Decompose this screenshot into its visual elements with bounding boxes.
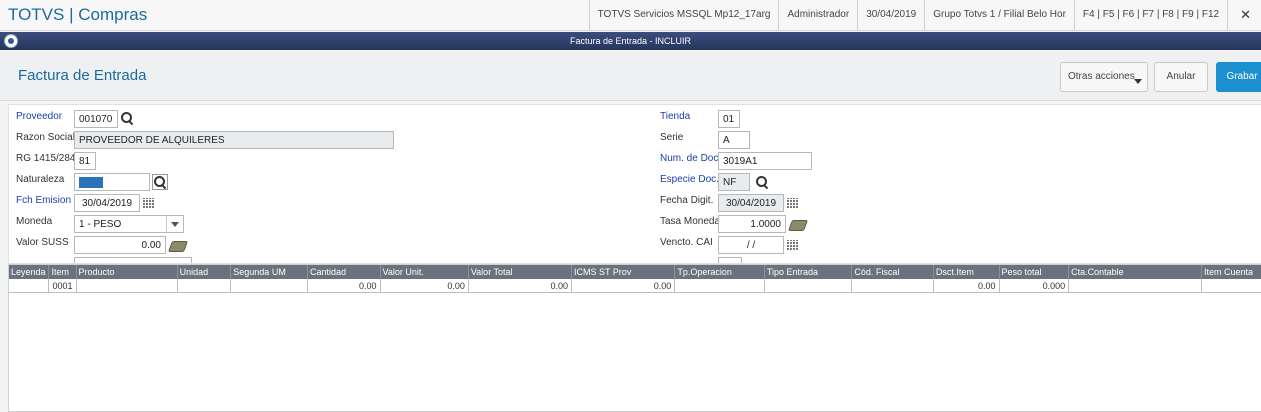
col-unidad[interactable]: Unidad <box>177 265 232 279</box>
tasa-moneda-field[interactable]: 1.0000 <box>718 215 786 233</box>
valor-suss-label: Valor SUSS <box>16 237 69 248</box>
table-row[interactable]: 0001 0.00 0.00 0.00 0.00 0.00 0.000 <box>9 279 1261 293</box>
vencto-cai-field[interactable]: / / <box>718 236 784 254</box>
top-bar: TOTVS | Compras TOTVS Servicios MSSQL Mp… <box>0 0 1261 31</box>
rg-field[interactable]: 81 <box>74 152 96 170</box>
col-tp-operacion[interactable]: Tp.Operacion <box>674 265 765 279</box>
razon-social-field[interactable]: PROVEEDOR DE ALQUILERES <box>74 131 394 149</box>
moneda-dropdown[interactable] <box>166 216 183 232</box>
col-tipo-entrada[interactable]: Tipo Entrada <box>764 265 853 279</box>
col-valor-total[interactable]: Valor Total <box>468 265 572 279</box>
num-doc-field[interactable]: 3019A1 <box>718 152 812 170</box>
partial-field[interactable] <box>718 257 742 263</box>
naturaleza-selection <box>79 176 103 188</box>
chevron-down-icon <box>171 222 179 227</box>
cell-cantidad[interactable]: 0.00 <box>307 279 381 293</box>
tienda-label: Tienda <box>660 111 691 122</box>
tienda-field[interactable]: 01 <box>718 110 740 128</box>
user-label[interactable]: Administrador <box>778 0 857 30</box>
col-leyenda[interactable]: Leyenda <box>9 265 50 279</box>
col-segunda-um[interactable]: Segunda UM <box>230 265 308 279</box>
window-title: Factura de Entrada - INCLUIR <box>0 32 1261 50</box>
col-cantidad[interactable]: Cantidad <box>307 265 381 279</box>
cell-cta-contable[interactable] <box>1068 279 1202 293</box>
cell-dsct-item[interactable]: 0.00 <box>933 279 1000 293</box>
calendar-icon[interactable] <box>787 240 799 251</box>
especie-doc-label: Especie Doc. <box>660 174 719 185</box>
items-table: Leyenda Item Producto Unidad Segunda UM … <box>9 265 1261 293</box>
col-cod-fiscal[interactable]: Cód. Fiscal <box>851 265 934 279</box>
col-cta-contable[interactable]: Cta.Contable <box>1068 265 1202 279</box>
cell-item[interactable]: 0001 <box>48 279 77 293</box>
invoice-form: Proveedor 001070 Razon Social PROVEEDOR … <box>8 104 1261 264</box>
rg-label: RG 1415/2849 <box>16 153 82 164</box>
col-item[interactable]: Item <box>48 265 77 279</box>
cell-producto[interactable] <box>76 279 178 293</box>
especie-doc-field[interactable]: NF <box>718 173 750 191</box>
razon-social-label: Razon Social <box>16 132 75 143</box>
other-actions-button[interactable]: Otras acciones <box>1060 62 1148 92</box>
search-icon[interactable] <box>120 111 134 125</box>
col-peso-total[interactable]: Peso total <box>999 265 1070 279</box>
cell-cod-fiscal[interactable] <box>851 279 934 293</box>
cell-item-cuenta[interactable] <box>1201 279 1261 293</box>
fch-emision-label: Fch Emision <box>16 195 72 206</box>
search-icon[interactable] <box>152 174 168 190</box>
close-icon[interactable]: ✕ <box>1227 0 1261 30</box>
col-producto[interactable]: Producto <box>76 265 178 279</box>
save-button[interactable]: Grabar <box>1216 62 1261 92</box>
cell-peso-total[interactable]: 0.000 <box>999 279 1070 293</box>
branch-label[interactable]: Grupo Totvs 1 / Filial Belo Hor <box>924 0 1074 30</box>
environment-label: TOTVS Servicios MSSQL Mp12_17arg <box>588 0 779 30</box>
chevron-down-icon <box>1134 79 1142 84</box>
search-icon[interactable] <box>755 175 769 189</box>
cell-leyenda[interactable] <box>9 279 50 293</box>
valor-suss-field[interactable]: 0.00 <box>74 236 166 254</box>
fch-emision-field[interactable]: 30/04/2019 <box>74 194 140 212</box>
items-grid[interactable]: Leyenda Item Producto Unidad Segunda UM … <box>8 264 1261 412</box>
calculator-icon[interactable] <box>787 220 809 231</box>
cell-segunda-um[interactable] <box>230 279 308 293</box>
cell-icms-st-prov[interactable]: 0.00 <box>571 279 676 293</box>
calculator-icon[interactable] <box>167 241 189 252</box>
session-info: TOTVS Servicios MSSQL Mp12_17arg Adminis… <box>588 0 1261 30</box>
other-actions-label: Otras acciones <box>1068 71 1135 82</box>
date-label[interactable]: 30/04/2019 <box>857 0 924 30</box>
moneda-label: Moneda <box>16 216 53 227</box>
cell-valor-total[interactable]: 0.00 <box>468 279 572 293</box>
col-valor-unit[interactable]: Valor Unit. <box>380 265 469 279</box>
proveedor-label: Proveedor <box>16 111 63 122</box>
app-brand: TOTVS | Compras <box>8 5 148 24</box>
cell-tp-operacion[interactable] <box>674 279 765 293</box>
app-icon[interactable] <box>4 34 18 48</box>
col-dsct-item[interactable]: Dsct.Item <box>933 265 1000 279</box>
grid-header-row: Leyenda Item Producto Unidad Segunda UM … <box>9 265 1261 279</box>
proveedor-field[interactable]: 001070 <box>74 110 118 128</box>
serie-field[interactable]: A <box>718 131 750 149</box>
cell-tipo-entrada[interactable] <box>764 279 853 293</box>
naturaleza-label: Naturaleza <box>16 174 65 185</box>
moneda-select[interactable]: 1 - PESO <box>74 215 184 233</box>
serie-label: Serie <box>660 132 684 143</box>
naturaleza-field[interactable] <box>74 173 150 191</box>
fecha-digit-label: Fecha Digit. <box>660 195 714 206</box>
col-item-cuenta[interactable]: Item Cuenta <box>1201 265 1261 279</box>
calendar-icon[interactable] <box>787 198 799 209</box>
page-title: Factura de Entrada <box>18 67 147 84</box>
moneda-value: 1 - PESO <box>79 219 122 230</box>
cell-valor-unit[interactable]: 0.00 <box>380 279 469 293</box>
tasa-moneda-label: Tasa Moneda <box>660 216 721 227</box>
col-icms-st-prov[interactable]: ICMS ST Prov <box>571 265 676 279</box>
vencto-cai-label: Vencto. CAI <box>660 237 713 248</box>
partial-field[interactable] <box>74 257 192 263</box>
calendar-icon[interactable] <box>143 198 155 209</box>
fecha-digit-field[interactable]: 30/04/2019 <box>718 194 784 212</box>
page-header: Factura de Entrada Otras acciones Anular… <box>0 52 1261 101</box>
shortcuts-label[interactable]: F4 | F5 | F6 | F7 | F8 | F9 | F12 <box>1073 0 1227 30</box>
cell-unidad[interactable] <box>177 279 232 293</box>
cancel-button[interactable]: Anular <box>1154 62 1208 92</box>
num-doc-label: Num. de Doc. <box>660 153 722 164</box>
